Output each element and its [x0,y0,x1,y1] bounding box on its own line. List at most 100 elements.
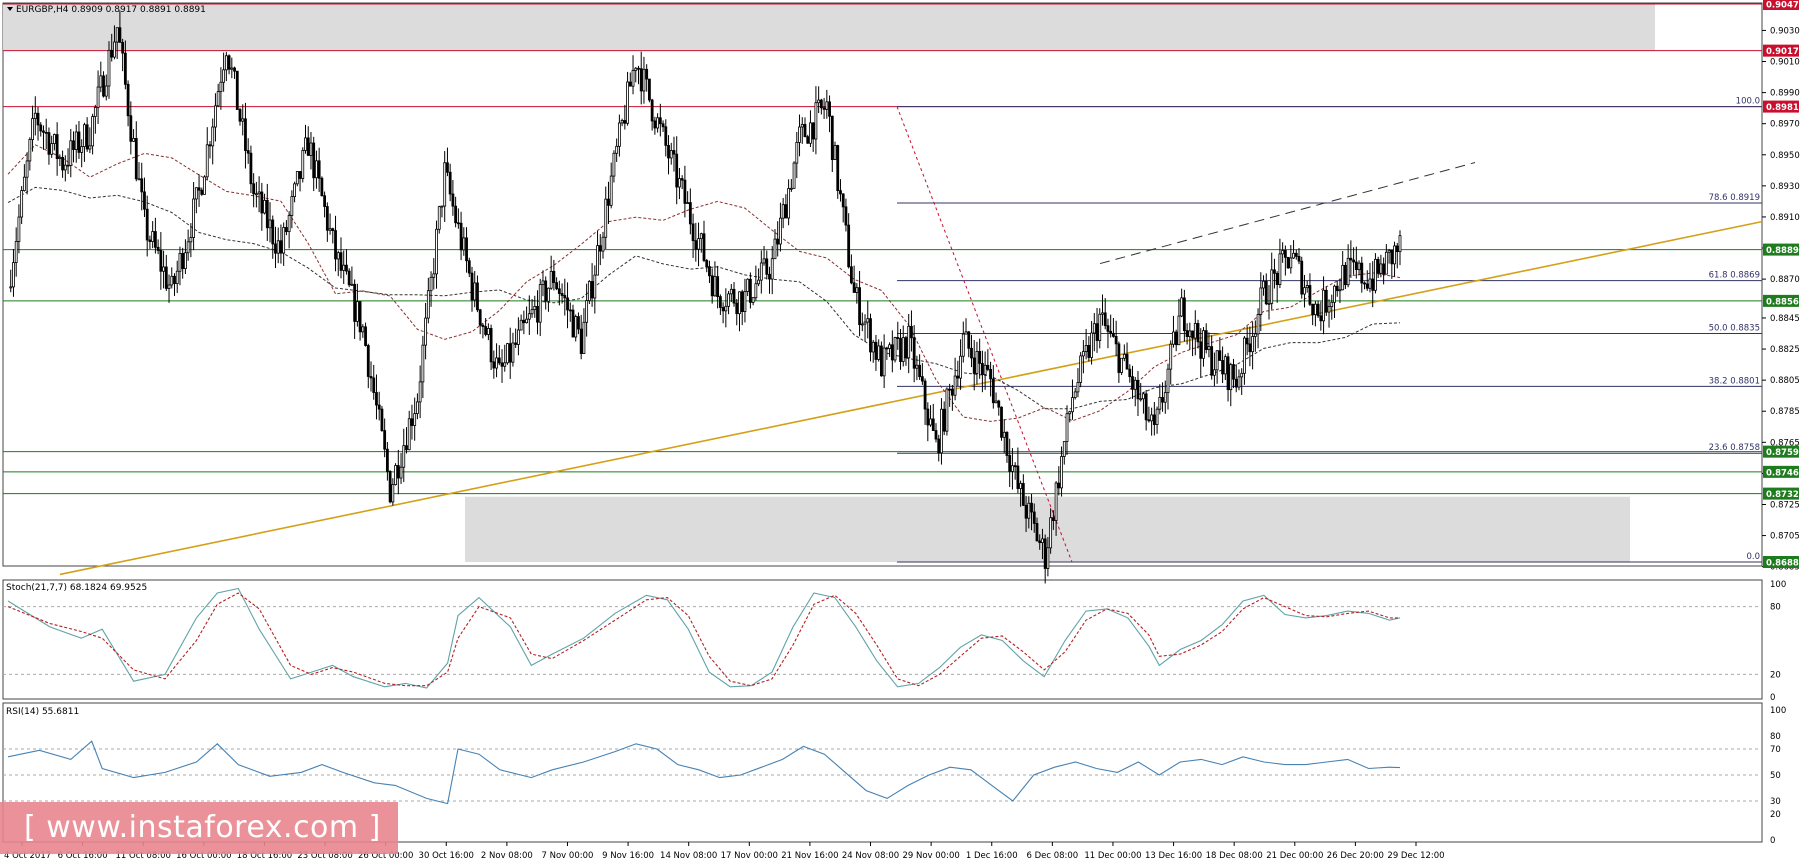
candle-body [249,152,253,185]
candle-body [402,445,406,468]
candle-body [1021,483,1025,506]
candle-body [178,252,182,272]
candle-body [615,145,619,154]
candle-body [194,187,198,200]
candle-body [328,228,332,231]
candle-body [931,418,935,431]
candle-body [462,237,466,251]
candle-body [508,343,512,363]
fib-label: 61.8 0.8869 [1709,271,1760,281]
candle-body [536,305,539,323]
candle-body [1305,285,1309,289]
candle-body [495,357,498,369]
candle-body [1158,397,1162,410]
candle-body [1131,376,1134,390]
candle-body [806,136,810,144]
osc-tick-label: 100 [1770,706,1786,716]
candle-body [959,355,962,379]
candle-body [1213,369,1216,376]
candle-body [1000,406,1003,438]
candle-body [25,160,29,178]
candle-body [566,297,569,311]
candle-body [1019,483,1023,489]
price-tick-label: 0.8725 [1770,500,1800,510]
candle-body [1335,285,1339,292]
candle-body [503,362,507,367]
candle-body [1191,330,1194,339]
ma-slow [7,186,1401,410]
candle-body [1346,257,1350,286]
time-tick-label: 21 Dec 00:00 [1266,851,1323,861]
candle-body [773,238,777,260]
candle-body [942,408,946,432]
candle-body [200,189,204,195]
candle-body [454,205,458,224]
candle-body [1234,378,1238,388]
candle-body [1120,357,1123,373]
candle-body [1251,336,1255,353]
candle-body [216,91,220,107]
candle-body [530,309,534,315]
candle-body [555,282,559,290]
candle-body [667,144,670,159]
candle-body [1185,330,1189,337]
candle-body [1147,419,1151,422]
candle-body [656,117,659,129]
candle-body [525,318,528,324]
candle-body [113,41,116,58]
candle-body [945,388,949,432]
chart-canvas: 100.0 78.6 0.8919 61.8 0.8869 50.0 0.8835 38… [2,0,1800,861]
price-tick-label: 0.8705 [1770,532,1800,542]
candle-body [290,196,294,216]
candle-body [1229,364,1233,391]
candle-body [1106,325,1110,332]
candle-body [208,144,212,147]
candle-body [757,279,760,285]
ma-fast [7,144,1401,422]
candle-body [1177,315,1181,346]
chart-header: EURGBP,H4 0.8909 0.8917 0.8891 0.8891 [16,5,206,15]
candle-body [880,345,883,377]
candle-body [339,252,343,271]
candle-body [1316,303,1320,317]
candle-body [88,145,92,150]
candle-body [295,171,299,185]
candle-body [17,216,21,242]
candle-body [1253,333,1257,337]
candle-body [14,241,18,263]
candle-body [912,337,916,369]
candle-body [74,131,78,150]
candle-body [789,187,793,190]
candle-body [388,471,392,503]
candle-body [533,305,537,311]
candle-body [192,198,196,238]
time-tick-label: 26 Dec 20:00 [1327,851,1384,861]
candle-body [1311,303,1315,316]
candle-body [991,378,995,404]
price-tick-label: 0.8825 [1770,345,1800,355]
candle-body [1060,456,1063,489]
time-tick-label: 14 Nov 08:00 [660,851,717,861]
candle-body [1256,314,1260,335]
candle-body [617,122,621,147]
fibonacci-levels: 100.0 78.6 0.8919 61.8 0.8869 50.0 0.8835 38… [897,97,1762,563]
candle-body [1333,285,1336,303]
candle-body [538,284,542,323]
candle-body [729,288,733,295]
candle-body [315,160,318,179]
candle-body [197,187,201,191]
candle-body [437,206,441,230]
candle-body [410,418,414,426]
candle-body [1161,397,1164,403]
candle-body [129,115,133,142]
candle-body [855,287,859,293]
candle-body [175,270,179,284]
candle-body [260,191,264,214]
candle-body [740,291,744,312]
candle-body [1376,258,1380,274]
candle-body [776,238,780,245]
price-tick-label: 0.8785 [1770,407,1800,417]
candle-body [724,305,728,312]
candle-body [416,401,419,414]
candle-body [33,112,37,119]
